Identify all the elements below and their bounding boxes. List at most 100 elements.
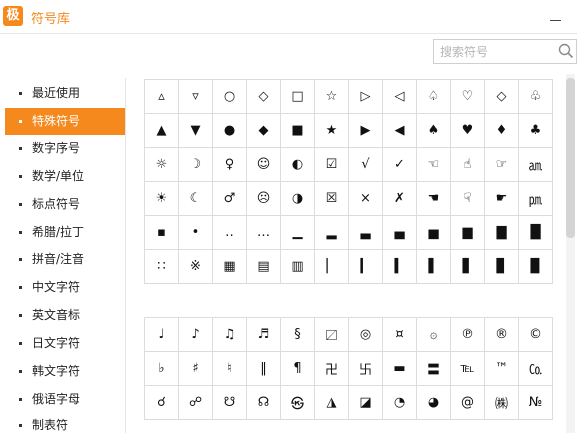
symbol-cell[interactable]: 卍 bbox=[315, 352, 349, 386]
symbol-cell[interactable]: ▲ bbox=[145, 114, 179, 148]
symbol-cell[interactable]: ☒ bbox=[315, 182, 349, 216]
symbol-cell[interactable]: █ bbox=[519, 216, 553, 250]
search-input[interactable] bbox=[440, 43, 550, 60]
symbol-cell[interactable]: ▌ bbox=[417, 250, 451, 284]
symbol-cell[interactable]: ▆ bbox=[451, 216, 485, 250]
symbol-cell[interactable]: ▎ bbox=[349, 250, 383, 284]
symbol-cell[interactable]: ☚ bbox=[417, 182, 451, 216]
symbol-cell[interactable]: … bbox=[247, 216, 281, 250]
symbol-cell[interactable]: ♫ bbox=[213, 318, 247, 352]
symbol-cell[interactable]: ♤ bbox=[417, 80, 451, 114]
sidebar-item-greek-latin[interactable]: 希腊/拉丁 bbox=[5, 219, 125, 246]
scrollbar-thumb[interactable] bbox=[566, 78, 575, 238]
symbol-cell[interactable]: @ bbox=[451, 386, 485, 420]
symbol-cell[interactable]: • bbox=[179, 216, 213, 250]
symbol-cell[interactable]: ☼ bbox=[145, 148, 179, 182]
symbol-cell[interactable]: ☋ bbox=[213, 386, 247, 420]
symbol-cell[interactable]: ◕ bbox=[417, 386, 451, 420]
symbol-cell[interactable]: ✓ bbox=[383, 148, 417, 182]
symbol-cell[interactable]: ♡ bbox=[451, 80, 485, 114]
symbol-cell[interactable]: ♪ bbox=[179, 318, 213, 352]
symbol-cell[interactable]: ♠ bbox=[417, 114, 451, 148]
symbol-cell[interactable]: ☝ bbox=[451, 148, 485, 182]
symbol-cell[interactable]: § bbox=[281, 318, 315, 352]
sidebar-item-special-symbols[interactable]: 特殊符号 bbox=[5, 108, 125, 135]
symbol-cell[interactable]: ※ bbox=[179, 250, 213, 284]
symbol-cell[interactable]: ☾ bbox=[179, 182, 213, 216]
symbol-cell[interactable]: ▵ bbox=[145, 80, 179, 114]
symbol-cell[interactable]: ¤ bbox=[383, 318, 417, 352]
sidebar-item-number-sequence[interactable]: 数字序号 bbox=[5, 135, 125, 162]
symbol-cell[interactable]: ▋ bbox=[451, 250, 485, 284]
symbol-cell[interactable]: ▄ bbox=[383, 216, 417, 250]
symbol-cell[interactable]: ∷ bbox=[145, 250, 179, 284]
symbol-cell[interactable]: ▦ bbox=[213, 250, 247, 284]
symbol-cell[interactable]: ‖ bbox=[247, 352, 281, 386]
symbol-cell[interactable]: ㏇ bbox=[519, 352, 553, 386]
symbol-cell[interactable]: ♦ bbox=[485, 114, 519, 148]
symbol-cell[interactable]: ◁ bbox=[383, 80, 417, 114]
sidebar-item-math-units[interactable]: 数学/单位 bbox=[5, 163, 125, 190]
symbol-cell[interactable]: ◑ bbox=[281, 182, 315, 216]
symbol-cell[interactable]: ۞ bbox=[417, 318, 451, 352]
symbol-cell[interactable]: ◆ bbox=[247, 114, 281, 148]
symbol-cell[interactable]: ‥ bbox=[213, 216, 247, 250]
symbol-cell[interactable]: ℡ bbox=[451, 352, 485, 386]
symbol-cell[interactable]: № bbox=[519, 386, 553, 420]
symbol-cell[interactable]: ☌ bbox=[145, 386, 179, 420]
symbol-cell[interactable]: ¶ bbox=[281, 352, 315, 386]
symbol-cell[interactable]: ▏ bbox=[315, 250, 349, 284]
symbol-cell[interactable]: ▼ bbox=[179, 114, 213, 148]
symbol-cell[interactable]: ▉ bbox=[519, 250, 553, 284]
symbol-cell[interactable]: ㏂ bbox=[519, 148, 553, 182]
symbol-cell[interactable]: ▍ bbox=[383, 250, 417, 284]
search-box[interactable] bbox=[433, 39, 577, 64]
symbol-cell[interactable]: ℗ bbox=[451, 318, 485, 352]
symbol-cell[interactable]: ▅ bbox=[417, 216, 451, 250]
symbol-cell[interactable]: ○ bbox=[213, 80, 247, 114]
symbol-cell[interactable]: ▷ bbox=[349, 80, 383, 114]
symbol-cell[interactable]: ◔ bbox=[383, 386, 417, 420]
minimize-button[interactable] bbox=[550, 20, 561, 21]
sidebar-item-english-phonetics[interactable]: 英文音标 bbox=[5, 302, 125, 329]
symbol-cell[interactable]: © bbox=[519, 318, 553, 352]
symbol-cell[interactable]: × bbox=[349, 182, 383, 216]
symbol-cell[interactable]: ☊ bbox=[247, 386, 281, 420]
symbol-cell[interactable]: ◇ bbox=[485, 80, 519, 114]
symbol-cell[interactable]: ▶ bbox=[349, 114, 383, 148]
symbol-cell[interactable]: ♥ bbox=[451, 114, 485, 148]
symbol-cell[interactable]: ◐ bbox=[281, 148, 315, 182]
symbol-cell[interactable]: ™ bbox=[485, 352, 519, 386]
symbol-cell[interactable]: ☽ bbox=[179, 148, 213, 182]
symbol-cell[interactable]: ☑ bbox=[315, 148, 349, 182]
symbol-cell[interactable]: ☺ bbox=[247, 148, 281, 182]
symbol-cell[interactable]: ▥ bbox=[281, 250, 315, 284]
symbol-cell[interactable]: ◀ bbox=[383, 114, 417, 148]
symbol-cell[interactable]: ♩ bbox=[145, 318, 179, 352]
symbol-cell[interactable]: ☍ bbox=[179, 386, 213, 420]
symbol-cell[interactable]: √ bbox=[349, 148, 383, 182]
sidebar-item-korean-chars[interactable]: 韩文字符 bbox=[5, 358, 125, 385]
symbol-cell[interactable]: ▂ bbox=[315, 216, 349, 250]
symbol-cell[interactable]: ☜ bbox=[417, 148, 451, 182]
symbol-cell[interactable]: ◮ bbox=[315, 386, 349, 420]
symbol-cell[interactable]: ♯ bbox=[179, 352, 213, 386]
sidebar-item-punctuation[interactable]: 标点符号 bbox=[5, 191, 125, 218]
symbol-cell[interactable]: ▪ bbox=[145, 216, 179, 250]
sidebar-item-box-drawing[interactable]: 制表符 bbox=[5, 412, 125, 439]
symbol-cell[interactable]: 卐 bbox=[349, 352, 383, 386]
symbol-cell[interactable]: ♀ bbox=[213, 148, 247, 182]
symbol-cell[interactable]: ♬ bbox=[247, 318, 281, 352]
symbol-cell[interactable]: ■ bbox=[281, 114, 315, 148]
symbol-cell[interactable]: ✗ bbox=[383, 182, 417, 216]
symbol-cell[interactable]: ☛ bbox=[485, 182, 519, 216]
symbol-cell[interactable]: ♭ bbox=[145, 352, 179, 386]
symbol-cell[interactable]: ◪ bbox=[349, 386, 383, 420]
symbol-cell[interactable]: ◇ bbox=[247, 80, 281, 114]
symbol-cell[interactable]: ☟ bbox=[451, 182, 485, 216]
symbol-cell[interactable]: ★ bbox=[315, 114, 349, 148]
sidebar-item-pinyin-zhuyin[interactable]: 拼音/注音 bbox=[5, 246, 125, 273]
symbol-cell[interactable]: ☀ bbox=[145, 182, 179, 216]
symbol-cell[interactable]: ▇ bbox=[485, 216, 519, 250]
symbol-cell[interactable]: ▤ bbox=[247, 250, 281, 284]
